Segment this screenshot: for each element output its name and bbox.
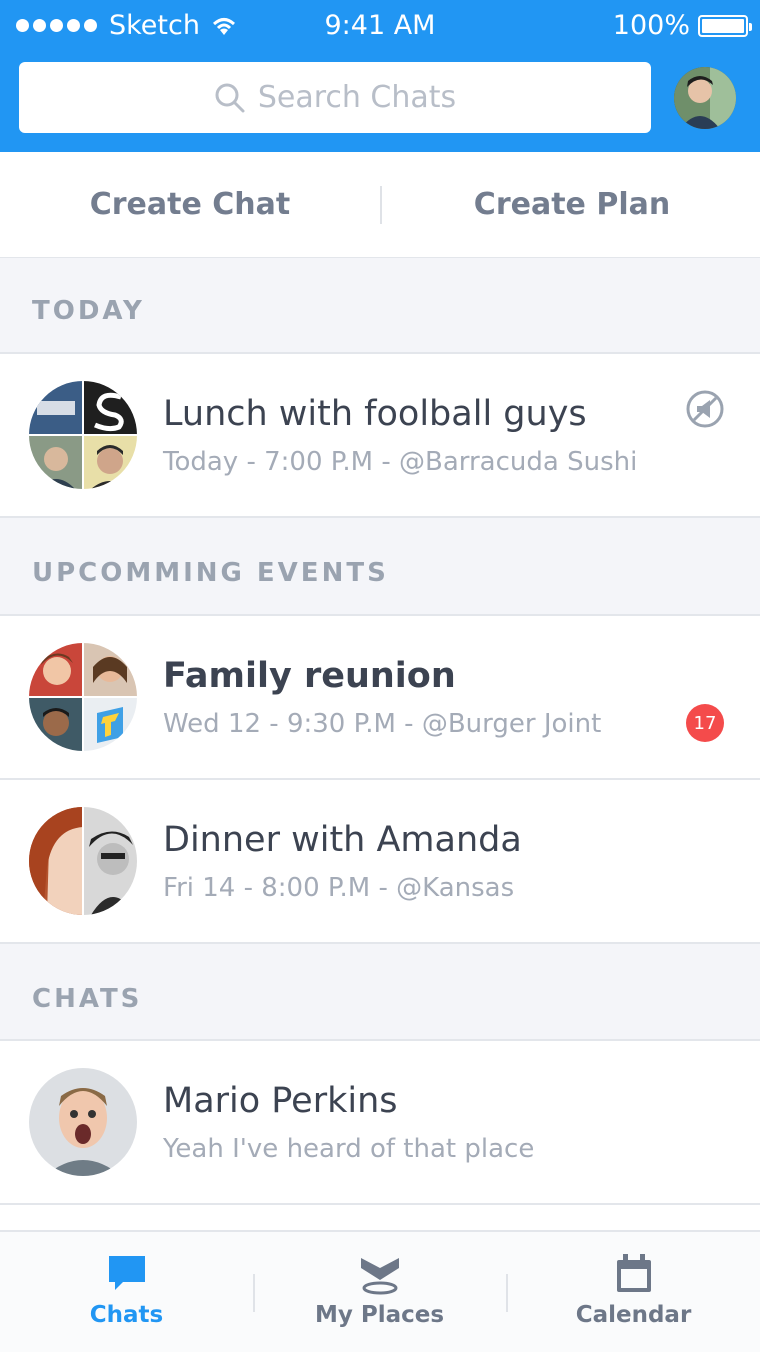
section-header-upcoming: UPCOMMING EVENTS [0, 518, 760, 616]
contact-avatar [29, 1068, 137, 1176]
event-row-dinner-amanda[interactable]: Dinner with Amanda Fri 14 - 8:00 P.M - @… [0, 780, 760, 944]
chat-row-mario-perkins[interactable]: Mario Perkins Yeah I've heard of that pl… [0, 1041, 760, 1205]
create-chat-button[interactable]: Create Chat [0, 152, 380, 257]
tab-my-places[interactable]: My Places [253, 1232, 506, 1352]
tab-label: My Places [314, 1302, 445, 1328]
muted-megaphone-icon[interactable] [686, 390, 724, 428]
event-title: Dinner with Amanda [163, 820, 522, 860]
section-header-today: TODAY [0, 258, 760, 354]
profile-avatar[interactable] [674, 67, 736, 129]
tab-bar: Chats My Places Calendar [0, 1230, 760, 1352]
event-title: Family reunion [163, 656, 456, 696]
chat-subtitle: Today - 7:00 P.M - @Barracuda Sushi [163, 447, 638, 477]
event-subtitle: Wed 12 - 9:30 P.M - @Burger Joint [163, 709, 602, 739]
actions-row: Create Chat Create Plan [0, 152, 760, 259]
tab-label: Chats [89, 1302, 164, 1328]
event-row-family-reunion[interactable]: Family reunion Wed 12 - 9:30 P.M - @Burg… [0, 616, 760, 780]
status-bar: Sketch 9:41 AM 100% [0, 0, 760, 54]
section-header-chats: CHATS [0, 944, 760, 1041]
group-avatar [29, 807, 137, 915]
section-title-today: TODAY [32, 296, 145, 326]
app-header: Sketch 9:41 AM 100% Search Chats [0, 0, 760, 152]
search-input[interactable]: Search Chats [19, 62, 651, 133]
tab-label: Calendar [575, 1302, 692, 1328]
battery-icon [698, 14, 752, 37]
tab-calendar[interactable]: Calendar [507, 1232, 760, 1352]
places-icon [360, 1258, 399, 1295]
event-subtitle: Fri 14 - 8:00 P.M - @Kansas [163, 873, 515, 903]
calendar-icon [616, 1254, 651, 1292]
search-icon [215, 83, 245, 112]
chat-subtitle: Yeah I've heard of that place [163, 1134, 535, 1164]
section-title-upcoming: UPCOMMING EVENTS [32, 558, 389, 588]
create-plan-button[interactable]: Create Plan [382, 152, 760, 257]
chat-title: Mario Perkins [163, 1081, 398, 1121]
tab-chats[interactable]: Chats [0, 1232, 253, 1352]
battery-percentage: 100% [612, 10, 690, 41]
unread-count-badge: 17 [686, 704, 724, 742]
chat-row-lunch[interactable]: Lunch with foolball guys Today - 7:00 P.… [0, 354, 760, 518]
group-avatar [29, 643, 137, 751]
chat-bubble-icon [108, 1256, 145, 1290]
chat-title: Lunch with foolball guys [163, 394, 587, 434]
search-placeholder: Search Chats [257, 80, 457, 115]
section-title-chats: CHATS [32, 984, 143, 1014]
group-avatar [29, 381, 137, 489]
